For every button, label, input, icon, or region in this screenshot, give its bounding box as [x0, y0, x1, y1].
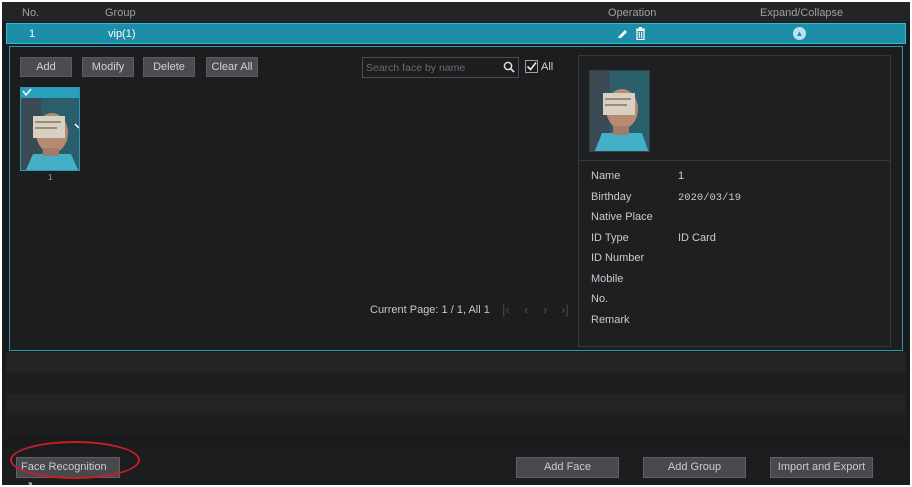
- group-row-name: vip(1): [108, 28, 136, 40]
- clear-all-button[interactable]: Clear All: [206, 57, 258, 77]
- all-checkbox[interactable]: [525, 60, 538, 73]
- table-header: No. Group Operation Expand/Collapse: [2, 2, 910, 22]
- first-page-icon[interactable]: |‹: [502, 302, 510, 317]
- import-export-button[interactable]: Import and Export: [770, 457, 873, 478]
- search-input[interactable]: Search face by name: [362, 57, 519, 78]
- table-row[interactable]: [6, 415, 906, 436]
- face-preview: [579, 56, 890, 161]
- field-birthday-label: Birthday: [591, 191, 632, 203]
- group-row-no: 1: [29, 28, 36, 40]
- field-no-label: No.: [591, 293, 609, 305]
- add-face-button[interactable]: Add Face: [516, 457, 619, 478]
- header-group: Group: [105, 7, 136, 19]
- field-name-label: Name: [591, 170, 621, 182]
- external-link-icon: ↗: [24, 480, 33, 485]
- group-row[interactable]: 1 vip(1) ▲: [6, 23, 906, 44]
- edit-icon[interactable]: [617, 27, 629, 42]
- field-id-type-value: ID Card: [678, 232, 716, 244]
- face-thumbnail-caption: 1: [48, 173, 53, 182]
- table-row[interactable]: [6, 352, 906, 373]
- search-icon[interactable]: [503, 61, 515, 76]
- highlight-annotation-ring: [10, 441, 140, 479]
- face-thumbnail[interactable]: [20, 87, 80, 171]
- field-birthday-value: 2020/03/19: [678, 192, 742, 204]
- header-operation: Operation: [608, 7, 657, 19]
- add-group-button[interactable]: Add Group: [643, 457, 746, 478]
- prev-page-icon[interactable]: ‹: [524, 302, 528, 317]
- table-row[interactable]: [6, 373, 906, 394]
- field-mobile-label: Mobile: [591, 273, 624, 285]
- all-label: All: [541, 61, 554, 73]
- add-button[interactable]: Add: [20, 57, 72, 77]
- last-page-icon[interactable]: ›|: [561, 302, 569, 317]
- field-name-value: 1: [678, 170, 685, 182]
- table-row[interactable]: [6, 394, 906, 415]
- trash-icon[interactable]: [635, 27, 646, 43]
- pager-text: Current Page: 1 / 1, All 1: [370, 304, 490, 316]
- search-placeholder: Search face by name: [366, 62, 466, 74]
- delete-button[interactable]: Delete: [143, 57, 195, 77]
- face-database-window: No. Group Operation Expand/Collapse 1 vi…: [2, 2, 910, 485]
- next-page-icon[interactable]: ›: [543, 302, 547, 317]
- field-native-place-label: Native Place: [591, 211, 653, 223]
- face-detail-panel: Name 1 Birthday 2020/03/19 Native Place …: [578, 55, 891, 347]
- header-no: No.: [22, 7, 40, 19]
- header-expand-collapse: Expand/Collapse: [760, 7, 844, 19]
- field-id-number-label: ID Number: [591, 252, 645, 264]
- modify-button[interactable]: Modify: [82, 57, 134, 77]
- checkbox-icon: [526, 62, 537, 71]
- field-id-type-label: ID Type: [591, 232, 629, 244]
- group-faces-panel: Add Modify Delete Clear All Search face …: [9, 46, 903, 351]
- face-preview-image: [589, 70, 650, 152]
- field-remark-label: Remark: [591, 314, 630, 326]
- collapse-icon[interactable]: ▲: [793, 27, 806, 40]
- footer-toolbar: Face Recognition ↗ Add Face Add Group Im…: [2, 447, 910, 485]
